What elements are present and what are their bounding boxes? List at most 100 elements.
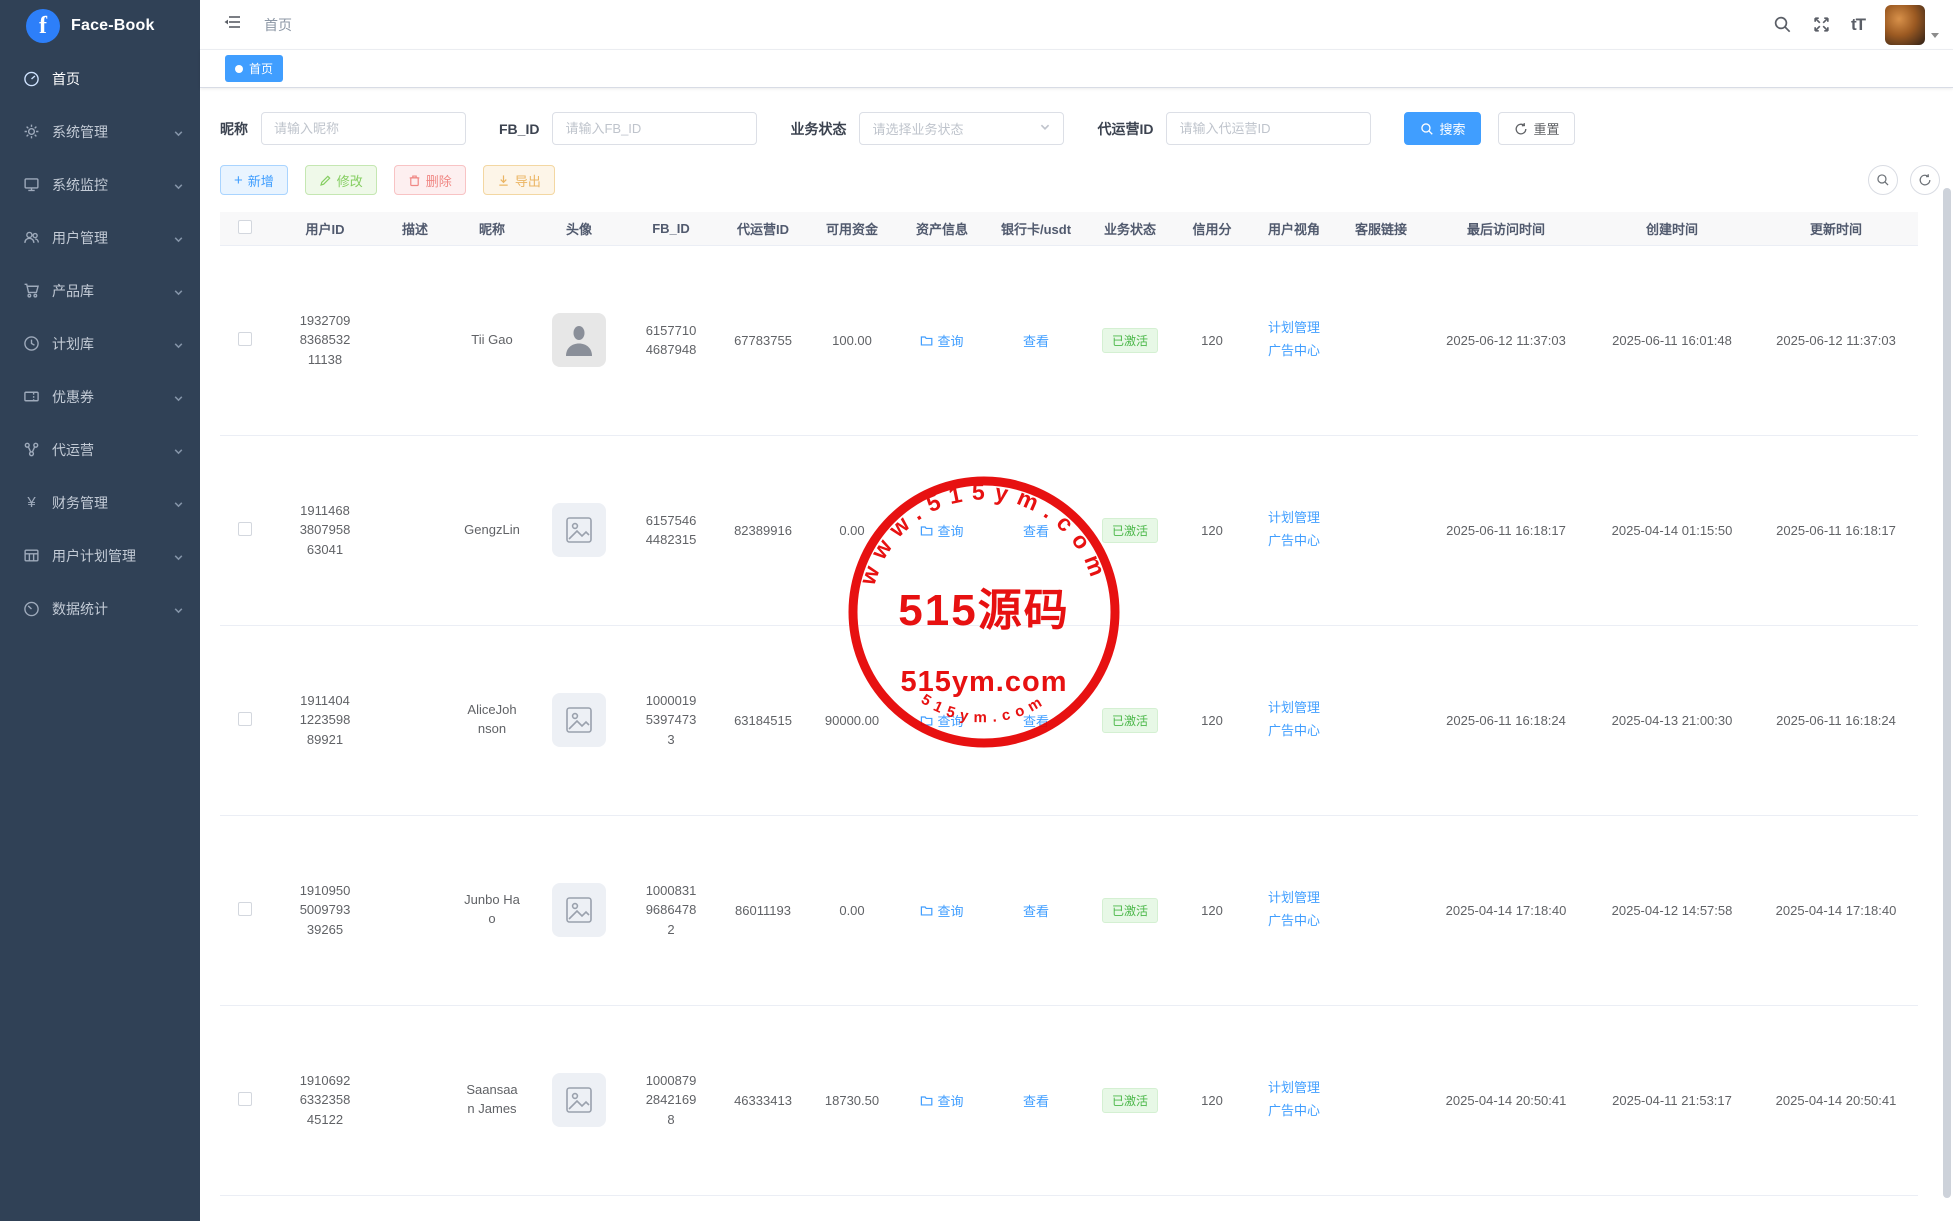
plan-mgmt-link[interactable]: 计划管理 [1250, 697, 1338, 720]
updated-time: 2025-06-11 16:18:17 [1754, 435, 1918, 625]
plan-mgmt-link[interactable]: 计划管理 [1250, 317, 1338, 340]
network-icon [23, 441, 40, 458]
sidebar-item-system-monitor[interactable]: 系统监控 [0, 158, 200, 211]
chevron-down-icon [173, 179, 184, 190]
sidebar-item-product-lib[interactable]: 产品库 [0, 264, 200, 317]
tab-home[interactable]: 首页 [225, 55, 283, 82]
available-funds: 18730.50 [808, 1005, 896, 1195]
yuan-icon: ¥ [23, 494, 40, 511]
delete-button[interactable]: 删除 [394, 165, 466, 195]
asset-query-link[interactable]: 查询 [920, 521, 963, 540]
agent-id: 82389916 [718, 435, 808, 625]
sidebar-item-finance[interactable]: ¥ 财务管理 [0, 476, 200, 529]
add-button[interactable]: + 新增 [220, 165, 288, 195]
select-all-checkbox[interactable] [238, 220, 252, 234]
row-checkbox[interactable] [238, 902, 252, 916]
sidebar-item-label: 用户计划管理 [52, 546, 173, 566]
ad-center-link[interactable]: 广告中心 [1250, 910, 1338, 933]
column-header: 更新时间 [1754, 212, 1918, 245]
toggle-search-icon[interactable] [1868, 165, 1898, 195]
row-avatar [552, 503, 606, 557]
plan-mgmt-link[interactable]: 计划管理 [1250, 887, 1338, 910]
bank-view-link[interactable]: 查看 [1023, 901, 1049, 920]
cart-icon [23, 282, 40, 299]
sidebar-item-coupons[interactable]: 优惠券 [0, 370, 200, 423]
ad-center-link[interactable]: 广告中心 [1250, 340, 1338, 363]
row-checkbox[interactable] [238, 712, 252, 726]
created-time: 2025-04-11 21:53:17 [1590, 1005, 1754, 1195]
pencil-icon [319, 174, 332, 187]
plan-mgmt-link[interactable]: 计划管理 [1250, 1077, 1338, 1100]
search-button[interactable]: 搜索 [1404, 112, 1481, 145]
bank-view-link[interactable]: 查看 [1023, 331, 1049, 350]
sidebar: f Face-Book 首页 系统管理 系统监控 用户管理 [0, 0, 200, 1221]
bank-view-link[interactable]: 查看 [1023, 1091, 1049, 1110]
asset-query-link[interactable]: 查询 [920, 901, 963, 920]
edit-button[interactable]: 修改 [305, 165, 377, 195]
dashboard-icon [23, 70, 40, 87]
row-avatar [552, 693, 606, 747]
plan-mgmt-link[interactable]: 计划管理 [1250, 507, 1338, 530]
available-funds: 100.00 [808, 245, 896, 435]
chevron-down-icon [173, 603, 184, 614]
asset-query-link[interactable]: 查询 [920, 331, 963, 350]
avatar-caret-icon[interactable] [1931, 33, 1939, 38]
column-header: 客服链接 [1340, 212, 1422, 245]
last-visit-time: 2025-04-14 17:18:40 [1422, 815, 1590, 1005]
font-size-icon[interactable]: tT [1851, 15, 1865, 35]
sidebar-item-agent-ops[interactable]: 代运营 [0, 423, 200, 476]
asset-query-link[interactable]: 查询 [920, 711, 963, 730]
export-button[interactable]: 导出 [483, 165, 555, 195]
sidebar-item-user-plan-mgmt[interactable]: 用户计划管理 [0, 529, 200, 582]
credit-score: 120 [1176, 625, 1248, 815]
sidebar-item-user-mgmt[interactable]: 用户管理 [0, 211, 200, 264]
sidebar-item-data-stats[interactable]: 数据统计 [0, 582, 200, 635]
chevron-down-icon [173, 497, 184, 508]
user-avatar[interactable] [1885, 5, 1925, 45]
sidebar-item-system-mgmt[interactable]: 系统管理 [0, 105, 200, 158]
status-badge: 已激活 [1102, 518, 1158, 543]
asset-query-label: 查询 [937, 1091, 963, 1110]
sidebar-item-label: 数据统计 [52, 599, 173, 619]
fb-id: 61577104687948 [644, 321, 698, 360]
bank-view-link[interactable]: 查看 [1023, 711, 1049, 730]
user-id: 1911404122359889921 [298, 691, 352, 750]
fbid-input[interactable] [552, 112, 757, 145]
search-icon[interactable] [1773, 15, 1792, 34]
download-icon [497, 174, 510, 187]
ad-center-link[interactable]: 广告中心 [1250, 720, 1338, 743]
fbid-label: FB_ID [499, 121, 539, 137]
chevron-down-icon [173, 550, 184, 561]
sidebar-item-plan-lib[interactable]: 计划库 [0, 317, 200, 370]
last-visit-time: 2025-06-11 16:18:17 [1422, 435, 1590, 625]
asset-query-link[interactable]: 查询 [920, 1091, 963, 1110]
description [380, 245, 450, 435]
row-avatar [552, 313, 606, 367]
status-select[interactable]: 请选择业务状态 [859, 112, 1064, 145]
reset-button[interactable]: 重置 [1498, 112, 1575, 145]
fb-id: 100001953974733 [644, 691, 698, 750]
sidebar-item-home[interactable]: 首页 [0, 52, 200, 105]
row-checkbox[interactable] [238, 332, 252, 346]
folder-icon [920, 904, 933, 917]
fullscreen-icon[interactable] [1812, 15, 1831, 34]
service-link [1340, 245, 1422, 435]
bank-view-link[interactable]: 查看 [1023, 521, 1049, 540]
row-checkbox[interactable] [238, 522, 252, 536]
service-link [1340, 1005, 1422, 1195]
topbar: 首页 tT [200, 0, 1953, 50]
agent-id: 46333413 [718, 1005, 808, 1195]
ad-center-link[interactable]: 广告中心 [1250, 530, 1338, 553]
refresh-icon[interactable] [1910, 165, 1940, 195]
sidebar-collapse-icon[interactable] [224, 14, 242, 35]
row-checkbox[interactable] [238, 1092, 252, 1106]
user-table: 用户ID 描述 昵称 头像 FB_ID 代运营ID 可用资金 资产信息 银行卡/… [220, 212, 1918, 1196]
sidebar-item-label: 系统监控 [52, 175, 173, 195]
table-row: 1911468380795863041 GengzLin 61575464482… [220, 435, 1918, 625]
agent-id-input[interactable] [1166, 112, 1371, 145]
ad-center-link[interactable]: 广告中心 [1250, 1100, 1338, 1123]
last-visit-time: 2025-04-14 20:50:41 [1422, 1005, 1590, 1195]
image-placeholder-icon [565, 896, 593, 924]
nickname-input[interactable] [261, 112, 466, 145]
vertical-scrollbar[interactable] [1943, 188, 1951, 1198]
